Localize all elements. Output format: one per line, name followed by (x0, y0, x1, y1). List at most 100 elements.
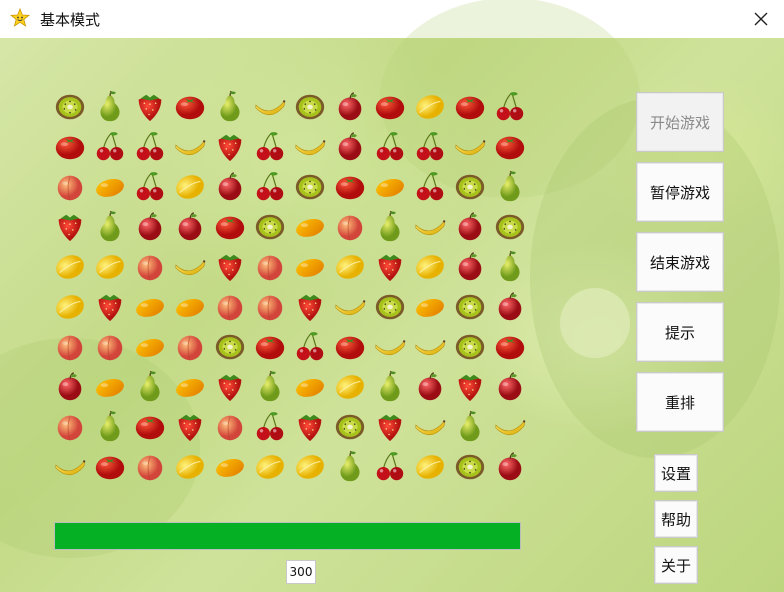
fruit-tile-peach[interactable] (330, 208, 370, 246)
fruit-tile-pear[interactable] (130, 368, 170, 406)
fruit-tile-apple[interactable] (170, 208, 210, 246)
fruit-tile-peach[interactable] (50, 168, 90, 206)
fruit-tile-apple[interactable] (330, 88, 370, 126)
fruit-tile-mango[interactable] (90, 168, 130, 206)
fruit-tile-apple[interactable] (490, 288, 530, 326)
fruit-tile-strawberry[interactable] (290, 288, 330, 326)
end-game-button[interactable]: 结束游戏 (636, 232, 724, 292)
fruit-tile-lemon[interactable] (410, 248, 450, 286)
fruit-tile-kiwi[interactable] (450, 288, 490, 326)
fruit-tile-kiwi[interactable] (450, 328, 490, 366)
fruit-tile-banana[interactable] (450, 128, 490, 166)
fruit-tile-apple[interactable] (410, 368, 450, 406)
fruit-tile-lemon[interactable] (410, 448, 450, 486)
fruit-tile-lemon[interactable] (410, 88, 450, 126)
fruit-tile-banana[interactable] (370, 328, 410, 366)
fruit-tile-pear[interactable] (90, 408, 130, 446)
fruit-tile-lemon[interactable] (330, 248, 370, 286)
start-game-button[interactable]: 开始游戏 (636, 92, 724, 152)
fruit-tile-kiwi[interactable] (210, 328, 250, 366)
fruit-tile-kiwi[interactable] (50, 88, 90, 126)
fruit-tile-cherry[interactable] (370, 448, 410, 486)
fruit-tile-apple[interactable] (490, 368, 530, 406)
fruit-tile-cherry[interactable] (90, 128, 130, 166)
fruit-tile-banana[interactable] (250, 88, 290, 126)
fruit-tile-tomato[interactable] (170, 88, 210, 126)
fruit-tile-mango[interactable] (170, 288, 210, 326)
fruit-tile-lemon[interactable] (290, 448, 330, 486)
fruit-tile-pear[interactable] (450, 408, 490, 446)
fruit-tile-banana[interactable] (50, 448, 90, 486)
fruit-tile-apple[interactable] (210, 168, 250, 206)
fruit-tile-kiwi[interactable] (450, 168, 490, 206)
fruit-tile-apple[interactable] (450, 248, 490, 286)
fruit-tile-mango[interactable] (370, 168, 410, 206)
fruit-tile-apple[interactable] (450, 208, 490, 246)
fruit-tile-tomato[interactable] (250, 328, 290, 366)
fruit-tile-cherry[interactable] (130, 128, 170, 166)
fruit-tile-tomato[interactable] (210, 208, 250, 246)
fruit-tile-cherry[interactable] (130, 168, 170, 206)
fruit-tile-mango[interactable] (130, 288, 170, 326)
fruit-tile-tomato[interactable] (490, 328, 530, 366)
fruit-tile-kiwi[interactable] (450, 448, 490, 486)
fruit-tile-banana[interactable] (330, 288, 370, 326)
fruit-tile-banana[interactable] (290, 128, 330, 166)
fruit-tile-mango[interactable] (290, 248, 330, 286)
fruit-tile-tomato[interactable] (130, 408, 170, 446)
fruit-tile-pear[interactable] (370, 368, 410, 406)
fruit-tile-pear[interactable] (330, 448, 370, 486)
fruit-tile-mango[interactable] (170, 368, 210, 406)
fruit-tile-peach[interactable] (250, 288, 290, 326)
fruit-tile-strawberry[interactable] (370, 248, 410, 286)
fruit-tile-peach[interactable] (50, 408, 90, 446)
fruit-tile-cherry[interactable] (490, 88, 530, 126)
fruit-tile-strawberry[interactable] (90, 288, 130, 326)
fruit-tile-mango[interactable] (410, 288, 450, 326)
fruit-tile-peach[interactable] (130, 248, 170, 286)
fruit-tile-strawberry[interactable] (370, 408, 410, 446)
fruit-tile-apple[interactable] (330, 128, 370, 166)
fruit-tile-lemon[interactable] (250, 448, 290, 486)
fruit-tile-mango[interactable] (210, 448, 250, 486)
fruit-tile-strawberry[interactable] (210, 128, 250, 166)
fruit-tile-pear[interactable] (90, 208, 130, 246)
fruit-tile-lemon[interactable] (50, 248, 90, 286)
fruit-tile-lemon[interactable] (170, 168, 210, 206)
fruit-tile-kiwi[interactable] (330, 408, 370, 446)
fruit-tile-tomato[interactable] (50, 128, 90, 166)
fruit-tile-mango[interactable] (290, 208, 330, 246)
fruit-tile-cherry[interactable] (250, 168, 290, 206)
fruit-tile-apple[interactable] (130, 208, 170, 246)
fruit-tile-peach[interactable] (210, 408, 250, 446)
fruit-tile-lemon[interactable] (90, 248, 130, 286)
fruit-tile-banana[interactable] (490, 408, 530, 446)
fruit-tile-banana[interactable] (170, 128, 210, 166)
fruit-tile-pear[interactable] (490, 168, 530, 206)
fruit-tile-banana[interactable] (170, 248, 210, 286)
fruit-tile-tomato[interactable] (490, 128, 530, 166)
fruit-tile-banana[interactable] (410, 408, 450, 446)
fruit-tile-apple[interactable] (50, 368, 90, 406)
fruit-tile-banana[interactable] (410, 328, 450, 366)
fruit-tile-tomato[interactable] (450, 88, 490, 126)
fruit-tile-pear[interactable] (370, 208, 410, 246)
fruit-tile-strawberry[interactable] (210, 248, 250, 286)
reshuffle-button[interactable]: 重排 (636, 372, 724, 432)
fruit-tile-peach[interactable] (210, 288, 250, 326)
fruit-tile-tomato[interactable] (330, 168, 370, 206)
fruit-tile-apple[interactable] (490, 448, 530, 486)
fruit-tile-strawberry[interactable] (290, 408, 330, 446)
fruit-tile-lemon[interactable] (330, 368, 370, 406)
fruit-tile-peach[interactable] (130, 448, 170, 486)
fruit-tile-strawberry[interactable] (210, 368, 250, 406)
fruit-tile-kiwi[interactable] (250, 208, 290, 246)
fruit-tile-peach[interactable] (250, 248, 290, 286)
help-button[interactable]: 帮助 (654, 500, 698, 538)
fruit-tile-kiwi[interactable] (290, 168, 330, 206)
fruit-tile-strawberry[interactable] (170, 408, 210, 446)
fruit-tile-strawberry[interactable] (450, 368, 490, 406)
fruit-tile-cherry[interactable] (290, 328, 330, 366)
fruit-tile-lemon[interactable] (50, 288, 90, 326)
fruit-tile-kiwi[interactable] (370, 288, 410, 326)
